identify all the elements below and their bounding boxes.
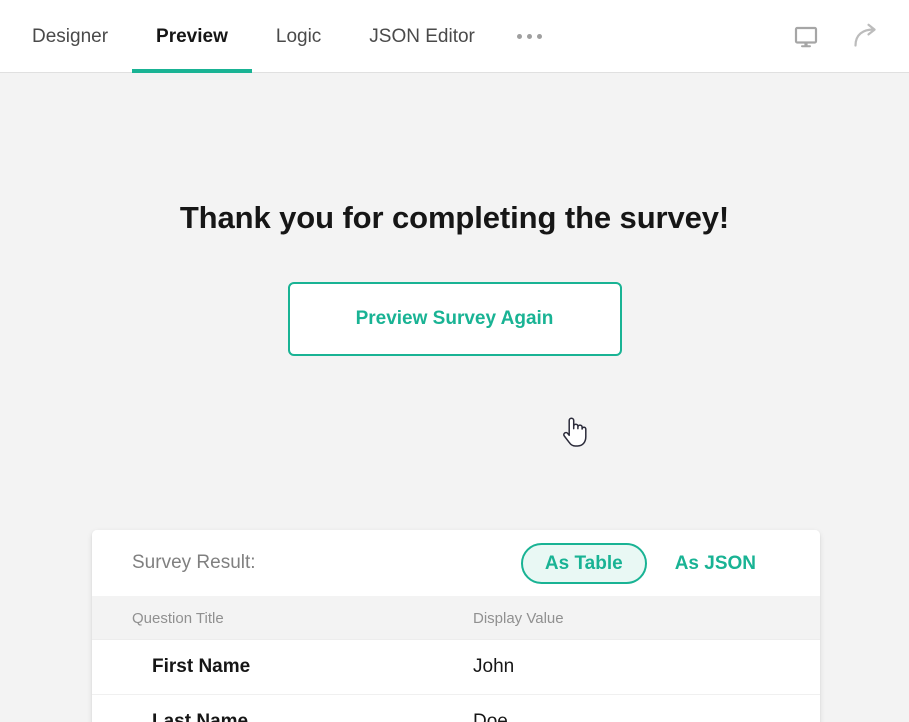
- tab-json-editor[interactable]: JSON Editor: [345, 0, 499, 73]
- preview-page: Thank you for completing the survey! Pre…: [0, 73, 909, 722]
- mouse-cursor-pointer-hand: [563, 417, 587, 447]
- tab-preview-label: Preview: [156, 25, 228, 47]
- view-as-json-button[interactable]: As JSON: [651, 543, 780, 584]
- cell-question-title: First Name: [92, 639, 465, 695]
- page-title: Thank you for completing the survey!: [179, 200, 730, 235]
- tab-designer-label: Designer: [32, 25, 109, 47]
- tab-list: Designer Preview Logic JSON Editor: [0, 0, 560, 73]
- ellipsis-icon: [516, 34, 542, 39]
- column-header-question-title: Question Title: [92, 596, 465, 640]
- table-header-row: Question Title Display Value: [92, 596, 820, 640]
- more-tabs-button[interactable]: [499, 0, 560, 73]
- result-view-toggle: As Table As JSON: [520, 542, 780, 584]
- share-button[interactable]: [849, 20, 883, 54]
- survey-result-header: Survey Result: As Table As JSON: [92, 530, 820, 596]
- top-tab-bar: Designer Preview Logic JSON Editor: [0, 0, 909, 73]
- table-head: Question Title Display Value: [92, 596, 820, 640]
- tab-json-editor-label: JSON Editor: [369, 25, 475, 47]
- cell-display-value: Doe: [465, 694, 820, 722]
- tab-preview[interactable]: Preview: [132, 0, 252, 73]
- table-row: Last Name Doe: [92, 694, 820, 722]
- cell-question-title: Last Name: [92, 694, 465, 722]
- survey-result-title: Survey Result:: [132, 552, 256, 573]
- preview-survey-again-button[interactable]: Preview Survey Again: [287, 282, 622, 356]
- device-preview-button[interactable]: [789, 20, 823, 54]
- curved-arrow-icon: [854, 23, 876, 47]
- survey-result-table: Question Title Display Value First Name …: [92, 596, 820, 722]
- monitor-icon: [794, 26, 818, 47]
- survey-result-card: Survey Result: As Table As JSON Question…: [92, 530, 820, 722]
- view-as-table-button[interactable]: As Table: [520, 542, 647, 584]
- table-body: First Name John Last Name Doe: [92, 639, 820, 722]
- table-row: First Name John: [92, 639, 820, 695]
- tab-logic-label: Logic: [275, 25, 322, 47]
- top-bar-actions: [789, 0, 909, 73]
- tab-logic[interactable]: Logic: [252, 0, 345, 73]
- tab-designer[interactable]: Designer: [8, 0, 132, 73]
- column-header-display-value: Display Value: [465, 596, 820, 640]
- preview-again-button-wrap: Preview Survey Again: [0, 282, 909, 356]
- cell-display-value: John: [465, 639, 820, 695]
